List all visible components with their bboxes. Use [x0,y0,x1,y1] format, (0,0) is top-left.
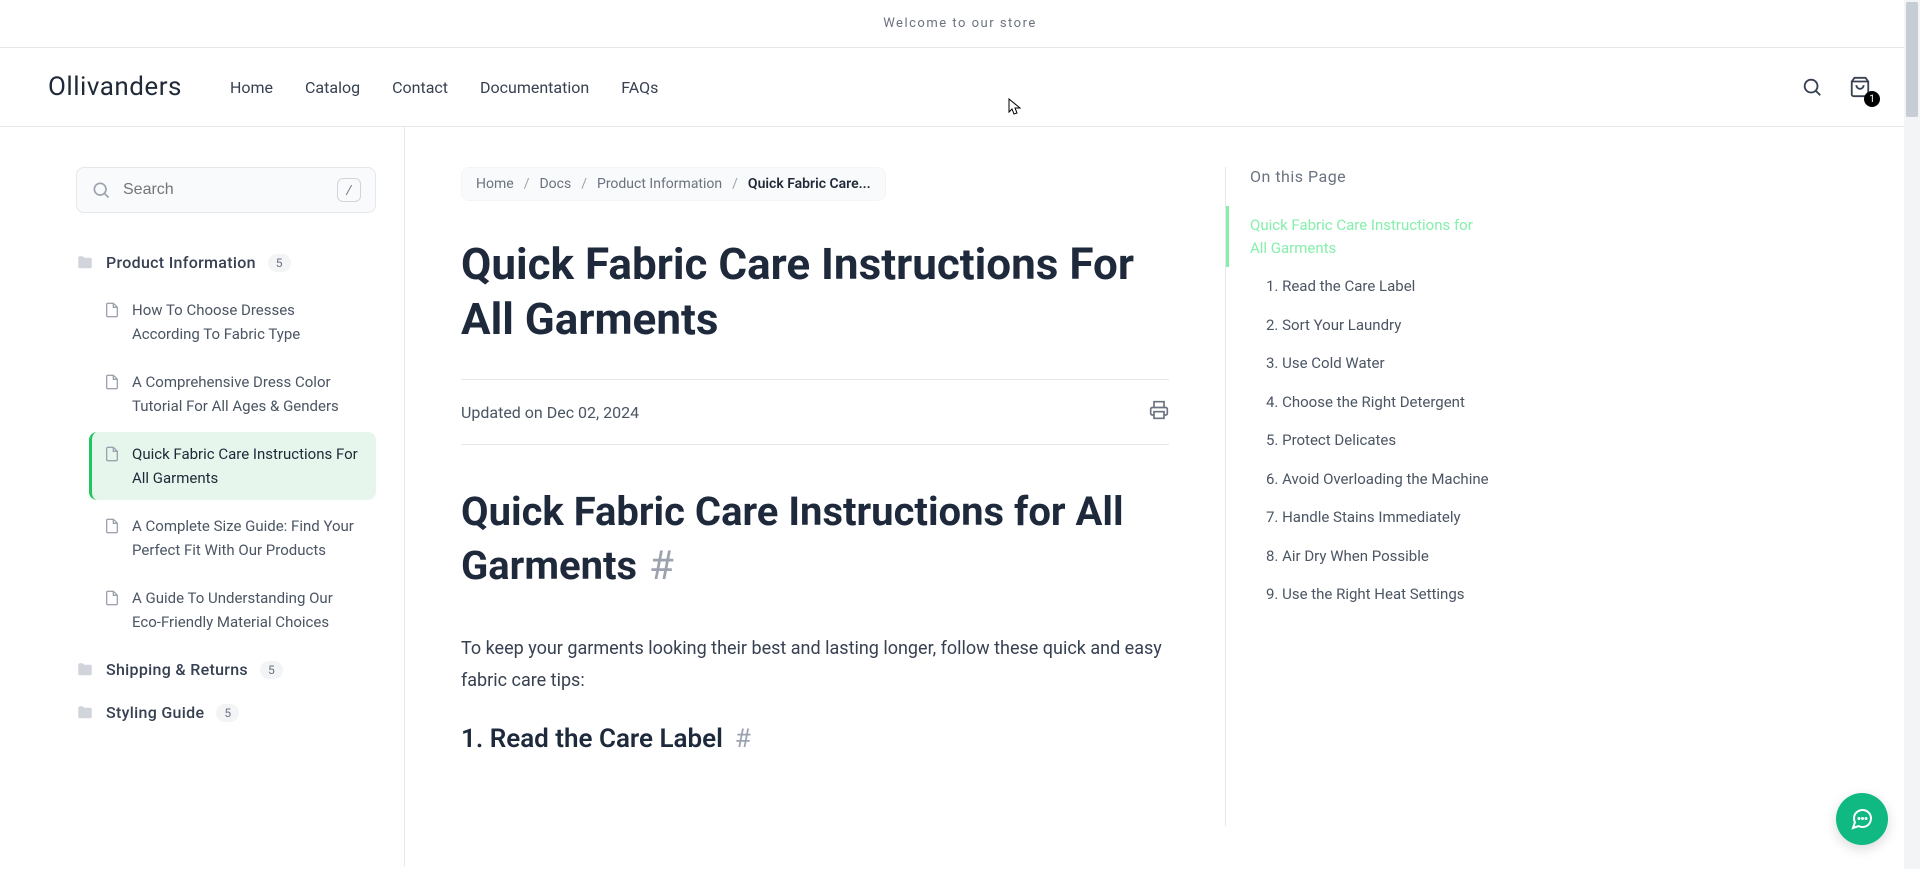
section-count: 5 [216,704,239,722]
folder-icon [76,704,94,722]
breadcrumb-home[interactable]: Home [476,176,514,192]
toc-item[interactable]: 6. Avoid Overloading the Machine [1250,460,1493,499]
table-of-contents: On this Page Quick Fabric Care Instructi… [1225,167,1525,826]
sidebar-item-label: A Guide To Understanding Our Eco-Friendl… [132,586,364,634]
document-icon [104,302,120,318]
toc-item[interactable]: 9. Use the Right Heat Settings [1250,575,1493,614]
sidebar-item[interactable]: How To Choose Dresses According To Fabri… [92,288,376,356]
section-title: Shipping & Returns [106,660,248,679]
article: Home / Docs / Product Information / Quic… [405,167,1225,826]
toc-item[interactable]: 2. Sort Your Laundry [1250,306,1493,345]
toc-item[interactable]: 4. Choose the Right Detergent [1250,383,1493,422]
search-icon [1801,76,1823,98]
section-header-shipping[interactable]: Shipping & Returns 5 [76,652,376,687]
sidebar-search[interactable]: / [76,167,376,213]
document-icon [104,590,120,606]
breadcrumb-product-info[interactable]: Product Information [597,176,722,192]
search-keyboard-shortcut: / [337,178,361,202]
breadcrumb-separator: / [524,176,530,192]
sidebar-item[interactable]: Quick Fabric Care Instructions For All G… [89,432,376,500]
nav-home[interactable]: Home [230,78,273,97]
article-h2: Quick Fabric Care Instructions for All G… [461,485,1169,593]
nav-contact[interactable]: Contact [392,78,448,97]
print-button[interactable] [1149,400,1169,424]
breadcrumb-docs[interactable]: Docs [539,176,571,192]
toc-title: On this Page [1250,167,1493,186]
brand-logo[interactable]: Ollivanders [48,72,182,102]
toc-item[interactable]: 1. Read the Care Label [1250,267,1493,306]
breadcrumb-separator: / [581,176,587,192]
folder-icon [76,254,94,272]
breadcrumbs: Home / Docs / Product Information / Quic… [461,167,886,201]
sidebar-section-shipping: Shipping & Returns 5 [76,652,376,687]
updated-date: Updated on Dec 02, 2024 [461,403,639,422]
section-header-product-info[interactable]: Product Information 5 [76,245,376,280]
main-nav: Home Catalog Contact Documentation FAQs [230,78,658,97]
toc-item[interactable]: 8. Air Dry When Possible [1250,537,1493,576]
anchor-link[interactable]: # [649,542,674,589]
content-area: Home / Docs / Product Information / Quic… [405,127,1920,866]
sidebar-section-styling: Styling Guide 5 [76,695,376,730]
nav-documentation[interactable]: Documentation [480,78,589,97]
breadcrumb-separator: / [732,176,738,192]
page-title: Quick Fabric Care Instructions For All G… [461,237,1169,347]
toc-item[interactable]: Quick Fabric Care Instructions for All G… [1226,206,1493,267]
toc-item[interactable]: 5. Protect Delicates [1250,421,1493,460]
toc-item[interactable]: 3. Use Cold Water [1250,344,1493,383]
section-header-styling[interactable]: Styling Guide 5 [76,695,376,730]
sidebar-item[interactable]: A Comprehensive Dress Color Tutorial For… [92,360,376,428]
document-icon [104,374,120,390]
scrollbar-thumb[interactable] [1906,2,1918,117]
search-button[interactable] [1800,75,1824,99]
chat-button[interactable] [1836,793,1888,845]
announcement-text: Welcome to our store [883,16,1037,31]
section-title: Styling Guide [106,703,204,722]
anchor-link[interactable]: # [735,724,751,754]
printer-icon [1149,400,1169,420]
sidebar-item[interactable]: A Guide To Understanding Our Eco-Friendl… [92,576,376,644]
sidebar-item-label: Quick Fabric Care Instructions For All G… [132,442,364,490]
breadcrumb-current: Quick Fabric Care... [748,176,871,192]
search-input[interactable] [123,181,337,199]
section-count: 5 [268,254,291,272]
nav-faqs[interactable]: FAQs [621,78,658,97]
toc-item[interactable]: 7. Handle Stains Immediately [1250,498,1493,537]
cart-badge: 1 [1864,91,1880,107]
scrollbar[interactable] [1904,0,1920,869]
section-count: 5 [260,661,283,679]
document-icon [104,446,120,462]
header-actions: 1 [1800,75,1872,99]
search-icon [91,180,111,200]
sidebar-item[interactable]: A Complete Size Guide: Find Your Perfect… [92,504,376,572]
sidebar: / Product Information 5 How To Choose Dr… [0,127,405,866]
sidebar-section-product-info: Product Information 5 How To Choose Dres… [76,245,376,644]
document-icon [104,518,120,534]
folder-icon [76,661,94,679]
article-intro: To keep your garments looking their best… [461,633,1169,696]
announcement-bar: Welcome to our store [0,0,1920,48]
sidebar-item-label: A Comprehensive Dress Color Tutorial For… [132,370,364,418]
sidebar-item-label: How To Choose Dresses According To Fabri… [132,298,364,346]
cart-button[interactable]: 1 [1848,75,1872,99]
article-h3: 1. Read the Care Label# [461,724,1169,754]
article-meta: Updated on Dec 02, 2024 [461,379,1169,445]
main-layout: / Product Information 5 How To Choose Dr… [0,127,1920,866]
sidebar-item-label: A Complete Size Guide: Find Your Perfect… [132,514,364,562]
chat-icon [1850,807,1874,831]
nav-catalog[interactable]: Catalog [305,78,360,97]
section-title: Product Information [106,253,256,272]
main-header: Ollivanders Home Catalog Contact Documen… [0,48,1920,127]
